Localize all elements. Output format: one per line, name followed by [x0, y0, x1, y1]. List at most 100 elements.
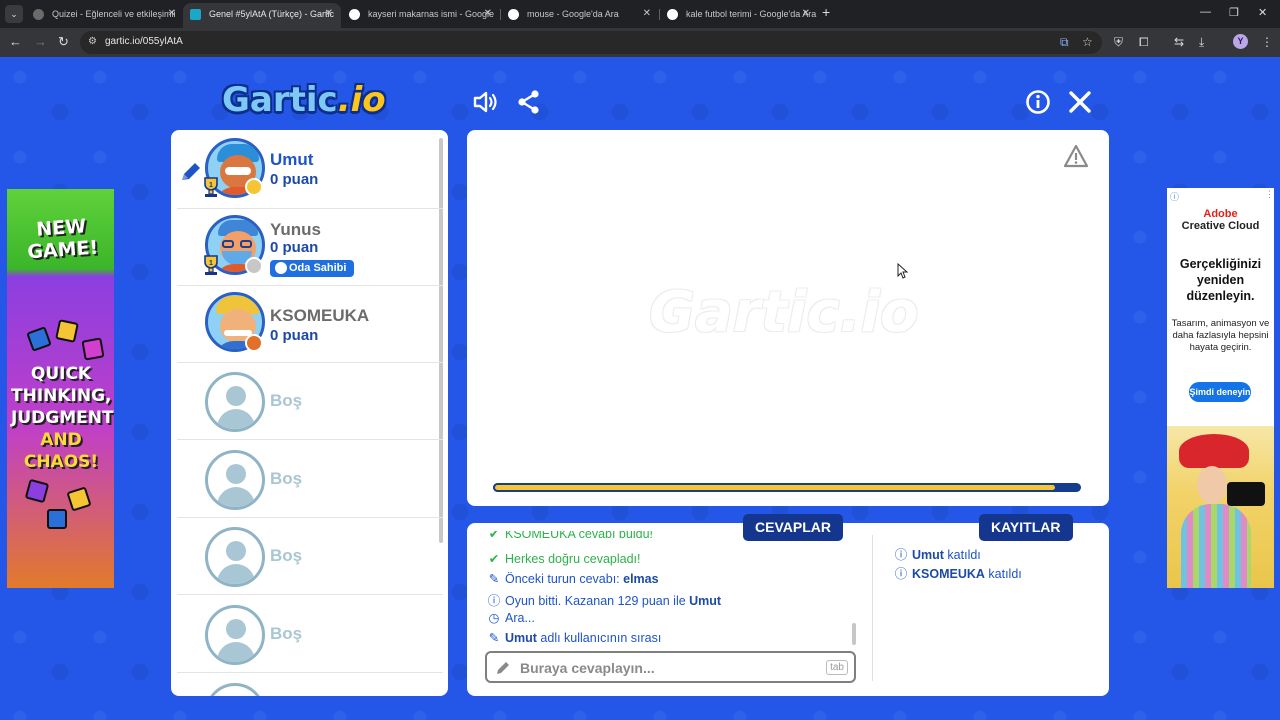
- translate-page-icon[interactable]: ⇆: [1174, 35, 1184, 49]
- empty-player-slot: Boş: [177, 518, 443, 595]
- forward-icon[interactable]: →: [34, 34, 47, 49]
- tab-title: kale futbol terimi - Google'da Ara: [686, 9, 817, 19]
- translate-icon[interactable]: ⧉: [1060, 35, 1069, 50]
- pencil-icon: [497, 662, 509, 674]
- browser-tab[interactable]: kale futbol terimi - Google'da Ara ✕: [660, 3, 818, 28]
- crown-icon: [275, 262, 287, 274]
- address-bar: ← → ↻ ⚙ gartic.io/055ylAtA ⧉ ☆: [0, 28, 1280, 57]
- gartic-logo[interactable]: Gartic.io: [222, 80, 386, 120]
- player-row[interactable]: 1 Yunus 0 puan Oda Sahibi: [177, 209, 443, 286]
- chat-message: ✔ KSOMEUKA cevabı buldu!: [487, 531, 653, 541]
- room-owner-badge: Oda Sahibi: [270, 260, 355, 277]
- status-dot: [245, 257, 263, 275]
- browser-tab[interactable]: Quizei - Eğlenceli ve etkileşimli ✕: [26, 3, 184, 28]
- status-dot: [245, 178, 263, 196]
- trophy-icon: 1: [204, 255, 218, 275]
- drawing-canvas[interactable]: Gartic.io: [467, 130, 1109, 506]
- left-advertisement[interactable]: NEW GAME! QUICK THINKING, JUDGMENT AND C…: [7, 189, 114, 588]
- tab-close-icon[interactable]: ✕: [484, 3, 492, 25]
- tab-search-button[interactable]: ⌄: [5, 5, 23, 23]
- player-score: 0 puan: [270, 171, 319, 188]
- tab-title: kayseri makarnas ismi - Google: [368, 9, 495, 19]
- tab-favicon-icon: [33, 9, 44, 20]
- omnibox[interactable]: ⚙ gartic.io/055ylAtA ⧉ ☆: [80, 31, 1102, 54]
- reload-icon[interactable]: ↻: [58, 34, 69, 50]
- report-warning-icon[interactable]: [1063, 144, 1089, 168]
- answers-scroll-area[interactable]: ✔ KSOMEUKA cevabı buldu!: [467, 531, 872, 543]
- player-row[interactable]: KSOMEUKA 0 puan: [177, 286, 443, 363]
- url-text[interactable]: gartic.io/055ylAtA: [105, 36, 183, 47]
- ad-brand: Adobe Creative Cloud: [1181, 208, 1260, 232]
- bookmark-star-icon[interactable]: ☆: [1082, 35, 1093, 49]
- tab-close-icon[interactable]: ✕: [168, 3, 176, 25]
- ad-title: NEW GAME!: [26, 215, 99, 264]
- empty-avatar-icon: [205, 527, 265, 587]
- new-tab-icon[interactable]: +: [822, 4, 830, 20]
- empty-avatar-icon: [205, 605, 265, 665]
- round-timer-bar: [493, 483, 1081, 492]
- extensions-puzzle-icon[interactable]: ⧠: [1139, 35, 1149, 50]
- player-score: 0 puan: [270, 327, 319, 344]
- pencil-icon: ✎: [488, 631, 500, 645]
- download-icon[interactable]: ⤓: [1199, 35, 1204, 50]
- empty-player-slot: Boş: [177, 596, 443, 673]
- svg-text:1: 1: [209, 182, 213, 189]
- chat-panel: CEVAPLAR KAYITLAR ✔ KSOMEUKA cevabı buldu…: [467, 514, 1109, 696]
- ad-cta-button[interactable]: Şimdi deneyin: [1189, 382, 1251, 402]
- ad-headline: Gerçekliğinizi yeniden düzenleyin.: [1179, 257, 1262, 303]
- mouse-cursor-icon: [897, 263, 909, 279]
- canvas-watermark: Gartic.io: [649, 280, 919, 345]
- profile-avatar[interactable]: Y: [1233, 34, 1248, 49]
- close-window-icon[interactable]: ✕: [1258, 6, 1267, 19]
- empty-slot-label: Boş: [270, 391, 303, 410]
- trophy-icon: 1: [204, 177, 218, 197]
- answer-placeholder: Buraya cevaplayın...: [520, 660, 655, 676]
- player-name: Yunus: [270, 220, 322, 239]
- minimize-icon[interactable]: —: [1200, 6, 1211, 18]
- chat-message: ◷ Ara...: [488, 611, 535, 625]
- answer-input[interactable]: Buraya cevaplayın... tab: [485, 651, 856, 683]
- empty-slot-label: Boş: [270, 546, 303, 565]
- info-icon[interactable]: [1024, 88, 1052, 116]
- share-icon[interactable]: [515, 88, 543, 116]
- info-icon: ⓘ: [894, 548, 908, 562]
- ad-menu-icon[interactable]: ⋮: [1265, 189, 1274, 200]
- answers-scrollbar[interactable]: [852, 623, 856, 645]
- tab-close-icon[interactable]: ✕: [802, 3, 810, 25]
- empty-player-slot: Boş: [177, 441, 443, 518]
- browser-menu-icon[interactable]: ⋮: [1261, 35, 1273, 49]
- close-game-icon[interactable]: [1066, 88, 1094, 116]
- empty-slot-label: Boş: [270, 624, 303, 643]
- tab-title: mouse - Google'da Ara: [527, 9, 619, 19]
- tab-key-hint: tab: [826, 660, 848, 675]
- log-message: ⓘ Umut katıldı: [894, 544, 981, 563]
- browser-tab[interactable]: mouse - Google'da Ara ✕: [501, 3, 659, 28]
- check-icon: ✔: [488, 531, 500, 541]
- check-icon: ✔: [488, 552, 500, 566]
- log-message: ⓘ KSOMEUKA katıldı: [894, 563, 1022, 582]
- sound-muted-icon[interactable]: [472, 88, 500, 116]
- tab-close-icon[interactable]: ✕: [325, 3, 333, 25]
- ad-choices-icon[interactable]: ⓘ: [1170, 190, 1179, 203]
- browser-tab-active[interactable]: Genel #5ylAtA (Türkçe) - Gartic ✕: [183, 3, 341, 28]
- player-row[interactable]: 1 Umut 0 puan: [177, 132, 443, 209]
- player-name: KSOMEUKA: [270, 306, 370, 325]
- back-icon[interactable]: ←: [9, 34, 22, 49]
- site-settings-icon[interactable]: ⚙: [88, 36, 97, 47]
- extension-shield-icon[interactable]: ⛨: [1114, 35, 1123, 50]
- ad-image: [1167, 426, 1274, 588]
- right-advertisement[interactable]: ⓘ ⋮ Adobe Creative Cloud Gerçekliğinizi …: [1167, 188, 1274, 588]
- empty-avatar-icon: [205, 372, 265, 432]
- restore-icon[interactable]: ❐: [1229, 6, 1239, 19]
- tab-title: Quizei - Eğlenceli ve etkileşimli: [52, 9, 176, 19]
- empty-player-slot: [205, 683, 265, 696]
- tab-close-icon[interactable]: ✕: [643, 3, 651, 25]
- chat-message: ⓘ Oyun bitti. Kazanan 129 puan ile Umut: [487, 590, 721, 609]
- logs-tab[interactable]: KAYITLAR: [979, 514, 1073, 541]
- empty-avatar-icon: [205, 450, 265, 510]
- browser-tab[interactable]: kayseri makarnas ismi - Google ✕: [342, 3, 500, 28]
- round-timer-fill: [493, 483, 1058, 492]
- empty-slot-label: Boş: [270, 469, 303, 488]
- tab-favicon-icon: [190, 9, 201, 20]
- google-favicon-icon: [508, 9, 519, 20]
